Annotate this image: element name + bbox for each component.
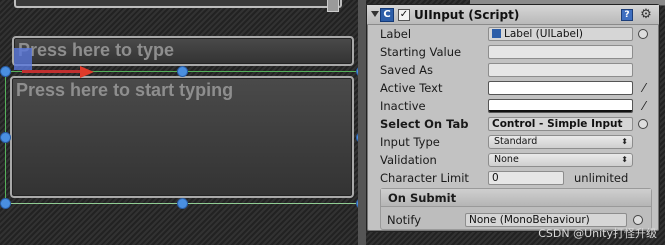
inspector-panel: C ✓ UIInput (Script) ? ⚙ Label Label (UI…: [366, 4, 660, 232]
field-row-active-text: Active Text ⁄: [367, 79, 659, 97]
field-row-starting-value: Starting Value: [367, 43, 659, 61]
pivot-gizmo[interactable]: [14, 48, 32, 70]
field-label: Saved As: [380, 63, 434, 77]
alpha-strip: [489, 110, 632, 112]
field-row-select-on-tab: Select On Tab Control - Simple Input: [367, 115, 659, 133]
select-on-tab-object-field[interactable]: Control - Simple Input: [488, 117, 633, 131]
field-label: Input Type: [380, 135, 440, 149]
resize-handle-left[interactable]: [0, 132, 11, 143]
script-icon: C: [380, 8, 394, 22]
field-label: Validation: [380, 153, 437, 167]
field-row-input-type: Input Type Standard ⬍: [367, 133, 659, 151]
on-submit-title: On Submit: [381, 189, 651, 207]
input-type-value: Standard: [494, 136, 538, 147]
field-label: Select On Tab: [380, 117, 469, 131]
resize-handle-bottom[interactable]: [177, 198, 188, 209]
resize-handle-top[interactable]: [177, 66, 188, 77]
component-header[interactable]: C ✓ UIInput (Script) ? ⚙: [367, 5, 659, 25]
field-row-saved-as: Saved As: [367, 61, 659, 79]
scrollbar-knob[interactable]: [327, 0, 339, 12]
watermark-text: CSDN @Unity打怪升级: [538, 227, 657, 240]
object-picker-icon[interactable]: [633, 215, 643, 225]
active-text-color-field[interactable]: [488, 81, 633, 95]
move-arrow-icon[interactable]: [80, 66, 94, 78]
object-picker-icon[interactable]: [638, 119, 648, 129]
saved-as-input[interactable]: [488, 63, 633, 77]
foldout-arrow-icon[interactable]: [371, 11, 379, 17]
validation-dropdown[interactable]: None ⬍: [488, 153, 633, 167]
move-axis-x[interactable]: [22, 70, 82, 73]
uilabel-icon: [492, 29, 501, 38]
input-small-placeholder: Press here to type: [18, 40, 175, 60]
object-picker-icon[interactable]: [638, 29, 648, 39]
eyedropper-icon[interactable]: ⁄: [637, 81, 651, 95]
field-label: Inactive: [380, 99, 426, 113]
input-type-dropdown[interactable]: Standard ⬍: [488, 135, 633, 149]
scene-view[interactable]: Press here to type Press here to start t…: [0, 0, 372, 245]
component-title: UIInput (Script): [414, 8, 520, 22]
scene-panel-top: [14, 0, 342, 8]
on-submit-section: On Submit Notify None (MonoBehaviour): [380, 188, 652, 230]
label-object-value: Label (UILabel): [504, 28, 583, 40]
starting-value-input[interactable]: [488, 45, 633, 59]
chevron-updown-icon: ⬍: [621, 137, 628, 146]
character-limit-input[interactable]: 0: [488, 171, 564, 185]
field-label: Starting Value: [380, 45, 462, 59]
component-enabled-checkbox[interactable]: ✓: [398, 9, 410, 21]
field-label: Character Limit: [380, 171, 469, 185]
field-label: Label: [380, 27, 412, 41]
input-field-small[interactable]: Press here to type: [12, 36, 354, 66]
field-row-label: Label Label (UILabel): [367, 25, 659, 43]
scene-border: [358, 0, 366, 245]
notify-label: Notify: [387, 213, 421, 227]
selection-rect: [5, 71, 362, 204]
gear-icon[interactable]: ⚙: [639, 8, 653, 22]
field-row-validation: Validation None ⬍: [367, 151, 659, 169]
resize-handle-bl[interactable]: [0, 198, 11, 209]
inactive-color-field[interactable]: [488, 99, 633, 113]
validation-value: None: [494, 154, 519, 165]
field-row-inactive: Inactive ⁄: [367, 97, 659, 115]
eyedropper-icon[interactable]: ⁄: [637, 99, 651, 113]
resize-handle-tl[interactable]: [0, 66, 11, 77]
field-label: Active Text: [380, 81, 443, 95]
chevron-updown-icon: ⬍: [621, 155, 628, 164]
label-object-field[interactable]: Label (UILabel): [488, 27, 633, 41]
field-row-character-limit: Character Limit 0 unlimited: [367, 169, 659, 187]
character-limit-unit: unlimited: [574, 171, 629, 185]
select-on-tab-value: Control - Simple Input: [492, 118, 623, 130]
help-icon[interactable]: ?: [621, 9, 633, 21]
